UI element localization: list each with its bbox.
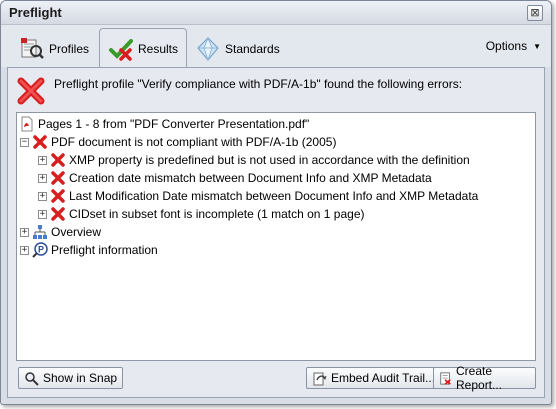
profiles-icon [21,38,44,59]
expand-icon[interactable]: + [38,191,47,201]
tab-profiles[interactable]: Profiles [11,31,97,67]
preflight-window: Preflight ⊠ Profiles Results Standards O… [0,0,552,405]
embed-audit-trail-button[interactable]: Embed Audit Trail... [306,367,442,389]
results-tree[interactable]: Pages 1 - 8 from "PDF Converter Presenta… [16,112,536,361]
tree-item-error[interactable]: + CIDset in subset font is incomplete (1… [38,205,364,223]
tree-item-label: Pages 1 - 8 from "PDF Converter Presenta… [38,117,310,131]
tree-item-error[interactable]: + Last Modification Date mismatch betwee… [38,187,478,205]
tree-item-error[interactable]: + XMP property is predefined but is not … [38,151,470,169]
embed-audit-trail-label: Embed Audit Trail... [331,371,436,385]
preflight-info-icon: P [32,242,48,258]
options-dropdown-arrow-icon: ▼ [533,41,541,51]
expand-icon[interactable]: + [20,227,29,237]
tree-item-label: Overview [51,225,102,239]
error-x-icon [51,171,65,185]
expand-icon[interactable]: + [38,155,47,165]
tab-profiles-label: Profiles [49,42,90,56]
tab-standards[interactable]: Standards [187,31,288,67]
tree-item-label: Last Modification Date mismatch between … [69,189,479,203]
overview-hierarchy-icon [33,225,47,239]
options-label: Options [485,39,528,53]
tree-item-preflight-info[interactable]: + P Preflight information [20,241,158,259]
error-x-icon [51,207,65,221]
window-title: Preflight [9,5,62,20]
error-x-icon [17,77,45,105]
report-icon [440,371,451,385]
show-in-snap-button[interactable]: Show in Snap [18,367,124,389]
error-x-icon [33,135,47,149]
expand-icon[interactable]: + [20,245,29,255]
pdf-document-icon [21,116,33,132]
tree-item-label: Preflight information [51,243,158,257]
expand-icon[interactable]: + [38,173,47,183]
error-x-icon [51,189,65,203]
close-button[interactable]: ⊠ [527,5,543,21]
tree-item-pages[interactable]: Pages 1 - 8 from "PDF Converter Presenta… [19,115,309,133]
bottom-toolbar: Show in Snap Embed Audit Trail... Create… [16,364,536,392]
tab-results-label: Results [138,41,179,56]
result-message-text: Preflight profile "Verify compliance wit… [54,77,463,91]
svg-text:P: P [38,245,44,255]
tab-standards-label: Standards [225,42,280,56]
tree-item-label: Creation date mismatch between Document … [69,171,432,185]
tree-item-compliance[interactable]: − PDF document is not compliant with PDF… [20,133,336,151]
results-checkmark-icon [109,38,133,61]
audit-trail-icon [313,372,327,385]
options-menu[interactable]: Options ▼ [486,39,541,53]
error-x-icon [51,153,65,167]
results-panel: Preflight profile "Verify compliance wit… [7,67,545,398]
show-in-snap-label: Show in Snap [43,371,118,385]
tree-item-label: PDF document is not compliant with PDF/A… [51,135,337,149]
tree-item-error[interactable]: + Creation date mismatch between Documen… [38,169,432,187]
create-report-button[interactable]: Create Report... [433,364,536,392]
expand-icon[interactable]: + [38,209,47,219]
result-message: Preflight profile "Verify compliance wit… [16,74,536,110]
title-bar: Preflight ⊠ [1,1,551,25]
collapse-icon[interactable]: − [20,137,29,147]
tab-results[interactable]: Results [99,28,188,68]
tree-item-label: XMP property is predefined but is not us… [69,153,470,167]
magnifier-icon [25,371,39,386]
tree-item-overview[interactable]: + Overview [20,223,101,241]
create-report-label: Create Report... [456,364,503,392]
tab-strip: Profiles Results Standards Options ▼ [1,25,551,68]
standards-diamond-icon [197,36,219,62]
tree-item-label: CIDset in subset font is incomplete (1 m… [69,207,365,221]
